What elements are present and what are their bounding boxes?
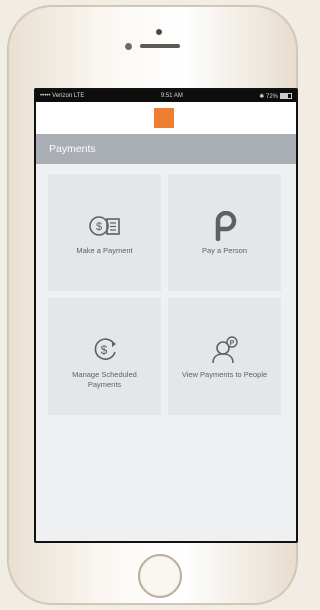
svg-text:$: $ [95,221,101,233]
brand-logo[interactable] [154,108,174,128]
page-title-bar: Payments [36,134,296,164]
phone-screen: ••••• Verizon LTE 9:51 AM ✱ 72% Payments [34,88,298,543]
battery-icon [279,93,292,99]
pay-person-label: Pay a Person [201,246,248,255]
app-screen: ••••• Verizon LTE 9:51 AM ✱ 72% Payments [36,90,296,541]
view-payments-to-people-button[interactable]: P View Payments to People [168,298,281,415]
earpiece-speaker [140,44,180,48]
svg-text:$: $ [100,343,107,357]
page-title: Payments [49,143,96,155]
money-payment-icon: $ [88,210,122,242]
front-sensor-icon [125,43,132,50]
home-button[interactable] [138,554,182,598]
scheduled-dollar-icon: $ [90,334,120,366]
carrier-label: ••••• Verizon LTE [40,93,85,99]
make-payment-button[interactable]: $ Make a Payment [48,174,161,291]
manage-scheduled-payments-label: Manage Scheduled Payments [72,370,137,389]
app-header [36,102,296,134]
payments-menu-grid: $ Make a Payment Pay a Person $ Manage S… [36,164,296,541]
camera-icon [156,29,162,35]
manage-scheduled-payments-button[interactable]: $ Manage Scheduled Payments [48,298,161,415]
pay-person-button[interactable]: Pay a Person [168,174,281,291]
view-payments-to-people-label: View Payments to People [181,370,268,379]
battery-percent: ✱ 72% [259,93,278,100]
p-person-icon [212,210,238,242]
status-bar: ••••• Verizon LTE 9:51 AM ✱ 72% [36,90,296,102]
svg-text:P: P [229,340,234,347]
make-payment-label: Make a Payment [76,246,133,255]
person-payment-icon: P [210,334,240,366]
clock-label: 9:51 AM [160,93,183,99]
status-right: ✱ 72% [259,93,292,100]
phone-frame: ••••• Verizon LTE 9:51 AM ✱ 72% Payments [8,6,298,604]
